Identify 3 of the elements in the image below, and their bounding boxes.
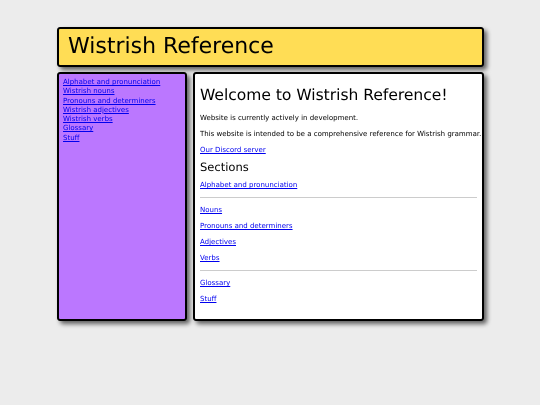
- page-heading: Welcome to Wistrish Reference!: [200, 88, 449, 104]
- site-title: Wistrish Reference: [68, 36, 274, 58]
- section-heading: Sections: [200, 162, 250, 173]
